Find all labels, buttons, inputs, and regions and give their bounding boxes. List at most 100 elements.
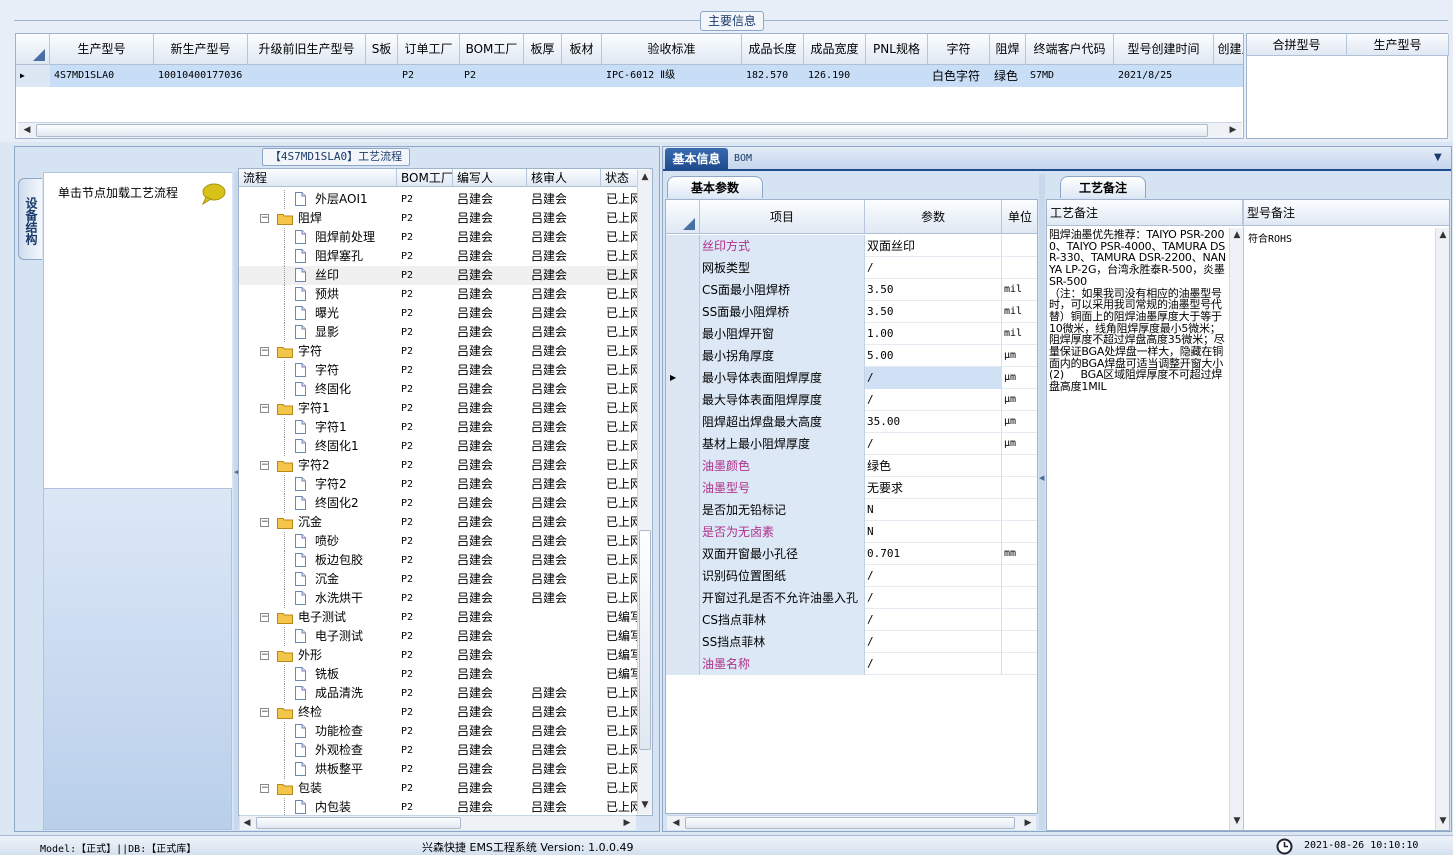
tree-cell[interactable]: P2 [401,741,455,760]
tree-cell[interactable]: 吕建会 [457,513,529,532]
tree-row[interactable]: 终固化 P2 吕建会 吕建会 已上网 [239,380,639,399]
tree-node-label[interactable]: 预烘 [315,285,339,304]
tree-row[interactable]: 喷砂 P2 吕建会 吕建会 已上网 [239,532,639,551]
tree-cell[interactable]: P2 [401,209,455,228]
tree-cell[interactable]: 已上网 [606,418,639,437]
tree-cell[interactable]: P2 [401,475,455,494]
tree-cell[interactable]: 已上网 [606,532,639,551]
nav-list[interactable] [44,173,232,489]
tree-row[interactable]: − 阻焊 P2 吕建会 吕建会 已上网 [239,209,639,228]
collapse-icon[interactable]: − [260,518,269,527]
tree-cell[interactable]: 吕建会 [531,304,603,323]
collapse-icon[interactable]: − [260,404,269,413]
tree-cell[interactable]: 已上网 [606,760,639,779]
tree-row[interactable]: 字符2 P2 吕建会 吕建会 已上网 [239,475,639,494]
tree-cell[interactable]: 吕建会 [457,247,529,266]
collapse-icon[interactable]: − [260,651,269,660]
tree-row[interactable]: 终固化2 P2 吕建会 吕建会 已上网 [239,494,639,513]
tree-cell[interactable]: 吕建会 [531,456,603,475]
tree-cell[interactable]: 吕建会 [457,589,529,608]
model-note-text[interactable]: 符合ROHS [1248,230,1292,245]
tree-node-label[interactable]: 丝印 [315,266,339,285]
tree-node-label[interactable]: 功能检查 [315,722,363,741]
collapse-icon[interactable]: − [260,461,269,470]
tree-cell[interactable]: P2 [401,551,455,570]
tree-row[interactable]: 成品清洗 P2 吕建会 吕建会 已上网 [239,684,639,703]
right-splitter[interactable]: ◀ [1039,174,1045,830]
tree-cell[interactable]: P2 [401,798,455,815]
tree-cell[interactable]: 已上网 [606,551,639,570]
tree-cell[interactable]: 已上网 [606,513,639,532]
tree-node-label[interactable]: 字符 [298,342,322,361]
chevron-down-icon[interactable]: ▼ [1434,152,1442,163]
grid-cell[interactable]: P2 [460,65,524,87]
tree-row[interactable]: 预烘 P2 吕建会 吕建会 已上网 [239,285,639,304]
column-header[interactable]: BOM工厂 [460,34,524,65]
tree-cell[interactable]: P2 [401,703,455,722]
param-value[interactable]: 绿色 [865,455,1002,477]
column-header[interactable]: 流程 [239,169,397,187]
param-row[interactable]: SS挡点菲林 / [666,631,1037,653]
tree-row[interactable]: 字符 P2 吕建会 吕建会 已上网 [239,361,639,380]
tree-node-label[interactable]: 包装 [298,779,322,798]
tree-cell[interactable]: 已上网 [606,361,639,380]
param-row[interactable]: ▶ 最小导体表面阻焊厚度 / μm [666,367,1037,389]
tree-cell[interactable]: P2 [401,722,455,741]
tree-cell[interactable]: P2 [401,228,455,247]
param-row[interactable]: 基材上最小阻焊厚度 / μm [666,433,1037,455]
tree-node-label[interactable]: 外观检查 [315,741,363,760]
tree-cell[interactable]: 已上网 [606,228,639,247]
grid-cell[interactable] [524,65,562,87]
tree-node-label[interactable]: 水洗烘干 [315,589,363,608]
tree-row[interactable]: − 电子测试 P2 吕建会 已编写 [239,608,639,627]
param-value[interactable]: / [865,587,1002,609]
column-header[interactable]: 单位 [1002,200,1037,234]
column-header[interactable]: 生产型号 [50,34,154,65]
tree-row[interactable]: − 外形 P2 吕建会 已编写 [239,646,639,665]
tree-cell[interactable]: 已上网 [606,456,639,475]
tree-cell[interactable]: P2 [401,532,455,551]
tab-basic-params[interactable]: 基本参数 [667,176,763,198]
column-header[interactable]: 新生产型号 [154,34,248,65]
tree-row[interactable]: 沉金 P2 吕建会 吕建会 已上网 [239,570,639,589]
param-row[interactable]: 双面开窗最小孔径 0.701 mm [666,543,1037,565]
param-row[interactable]: 油墨名称 / [666,653,1037,675]
tree-row[interactable]: 丝印 P2 吕建会 吕建会 已上网 [239,266,639,285]
tree-cell[interactable]: 吕建会 [531,266,603,285]
tree-row[interactable]: − 沉金 P2 吕建会 吕建会 已上网 [239,513,639,532]
param-row[interactable]: SS面最小阻焊桥 3.50 mil [666,301,1037,323]
scroll-down-icon[interactable]: ▼ [638,798,652,812]
tree-cell[interactable]: 吕建会 [457,209,529,228]
tree-node-label[interactable]: 曝光 [315,304,339,323]
column-header[interactable]: 字符 [928,34,990,65]
select-all-icon[interactable] [33,49,45,61]
tree-cell[interactable] [531,627,603,646]
param-row[interactable]: 是否为无卤素 N [666,521,1037,543]
tree-node-label[interactable]: 电子测试 [298,608,346,627]
param-value[interactable]: / [865,631,1002,653]
tree-cell[interactable]: 吕建会 [531,684,603,703]
tree-row[interactable]: 显影 P2 吕建会 吕建会 已上网 [239,323,639,342]
tree-cell[interactable]: 吕建会 [531,494,603,513]
tree-cell[interactable]: P2 [401,361,455,380]
tree-node-label[interactable]: 字符1 [315,418,347,437]
tree-node-label[interactable]: 字符2 [315,475,347,494]
tree-cell[interactable]: 吕建会 [457,570,529,589]
tree-cell[interactable]: 吕建会 [457,456,529,475]
tree-row[interactable]: 外观检查 P2 吕建会 吕建会 已上网 [239,741,639,760]
param-row[interactable]: 是否加无铅标记 N [666,499,1037,521]
process-tree[interactable]: 流程 BOM工厂 编写人 核审人 状态 外层AOI1 P2 吕建会 吕建会 已上网 − 阻焊 P2 吕建… [238,168,653,816]
collapse-icon[interactable]: − [260,708,269,717]
column-header[interactable]: 创建人 [1214,34,1243,65]
tree-row[interactable]: 铣板 P2 吕建会 已编写 [239,665,639,684]
tree-node-label[interactable]: 终固化2 [315,494,359,513]
tree-cell[interactable]: 吕建会 [457,779,529,798]
tree-cell[interactable]: 已上网 [606,247,639,266]
tree-hscroll[interactable]: ◀ ▶ [240,815,636,830]
main-grid-row[interactable]: ▶ 4S7MD1SLA0 10010400177036 P2 P2 IPC-6012 Ⅱ级… [16,65,1243,87]
tree-cell[interactable]: 吕建会 [457,228,529,247]
tree-row[interactable]: 曝光 P2 吕建会 吕建会 已上网 [239,304,639,323]
tree-node-label[interactable]: 电子测试 [315,627,363,646]
tree-cell[interactable]: 吕建会 [531,342,603,361]
tree-cell[interactable]: 吕建会 [531,380,603,399]
